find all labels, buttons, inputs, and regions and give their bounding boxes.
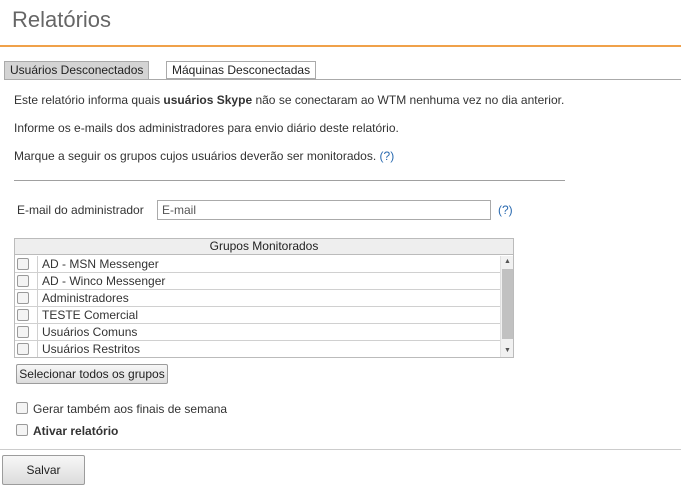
group-row[interactable]: Administradores	[15, 290, 500, 307]
activate-checkbox[interactable]	[16, 424, 28, 436]
section-divider	[14, 180, 565, 181]
email-label: E-mail do administrador	[17, 203, 144, 217]
groups-rows: AD - MSN Messenger AD - Winco Messenger …	[15, 256, 500, 358]
group-row[interactable]: AD - MSN Messenger	[15, 256, 500, 273]
groups-header: Grupos Monitorados	[15, 239, 513, 255]
email-input[interactable]	[157, 200, 491, 220]
group-label: AD - Winco Messenger	[42, 274, 166, 288]
group-label: TESTE Comercial	[42, 308, 139, 322]
intro-line-1-bold: usuários Skype	[163, 93, 253, 107]
group-row[interactable]: Usuários Comuns	[15, 324, 500, 341]
group-label: AD - MSN Messenger	[42, 257, 159, 271]
group-label: Usuários Comuns	[42, 325, 138, 339]
intro-line-1: Este relatório informa quais usuários Sk…	[14, 93, 564, 107]
scroll-thumb[interactable]	[502, 269, 513, 339]
group-checkbox[interactable]	[17, 326, 29, 338]
group-row[interactable]: TESTE Comercial	[15, 307, 500, 324]
group-label: Administradores	[42, 291, 129, 305]
scroll-down-arrow-icon[interactable]: ▼	[501, 345, 514, 357]
scroll-up-arrow-icon[interactable]: ▲	[501, 256, 514, 268]
save-button[interactable]: Salvar	[2, 455, 85, 485]
tab-bar: Usuários Desconectados Máquinas Desconec…	[4, 61, 681, 80]
page-title: Relatórios	[12, 7, 112, 32]
tab-usuarios-desconectados[interactable]: Usuários Desconectados	[4, 61, 150, 80]
group-row[interactable]: AD - Winco Messenger	[15, 273, 500, 290]
intro-line-3: Marque a seguir os grupos cujos usuários…	[14, 149, 394, 163]
group-checkbox[interactable]	[17, 309, 29, 321]
group-checkbox[interactable]	[17, 343, 29, 355]
intro-line-1-suffix: não se conectaram ao WTM nenhuma vez no …	[252, 93, 565, 107]
group-row[interactable]: Usuários Restritos	[15, 341, 500, 358]
email-help-link[interactable]: (?)	[498, 203, 513, 217]
select-all-groups-button[interactable]: Selecionar todos os grupos	[16, 364, 168, 384]
intro-line-1-prefix: Este relatório informa quais	[14, 93, 164, 107]
footer-divider	[0, 449, 681, 450]
group-checkbox[interactable]	[17, 275, 29, 287]
group-label: Usuários Restritos	[42, 342, 141, 356]
intro-line-3-text: Marque a seguir os grupos cujos usuários…	[14, 149, 377, 163]
intro-line-2: Informe os e-mails dos administradores p…	[14, 121, 399, 135]
groups-help-link[interactable]: (?)	[380, 149, 395, 163]
groups-scrollbar[interactable]: ▲ ▼	[500, 256, 513, 357]
title-divider	[0, 45, 681, 47]
weekends-checkbox[interactable]	[16, 402, 28, 414]
activate-label: Ativar relatório	[33, 424, 119, 438]
group-column-divider	[37, 256, 38, 357]
group-checkbox[interactable]	[17, 292, 29, 304]
group-checkbox[interactable]	[17, 258, 29, 270]
tab-maquinas-desconectadas[interactable]: Máquinas Desconectadas	[166, 61, 317, 79]
monitored-groups-list: Grupos Monitorados AD - MSN Messenger AD…	[14, 238, 514, 358]
weekends-label: Gerar também aos finais de semana	[33, 402, 228, 416]
